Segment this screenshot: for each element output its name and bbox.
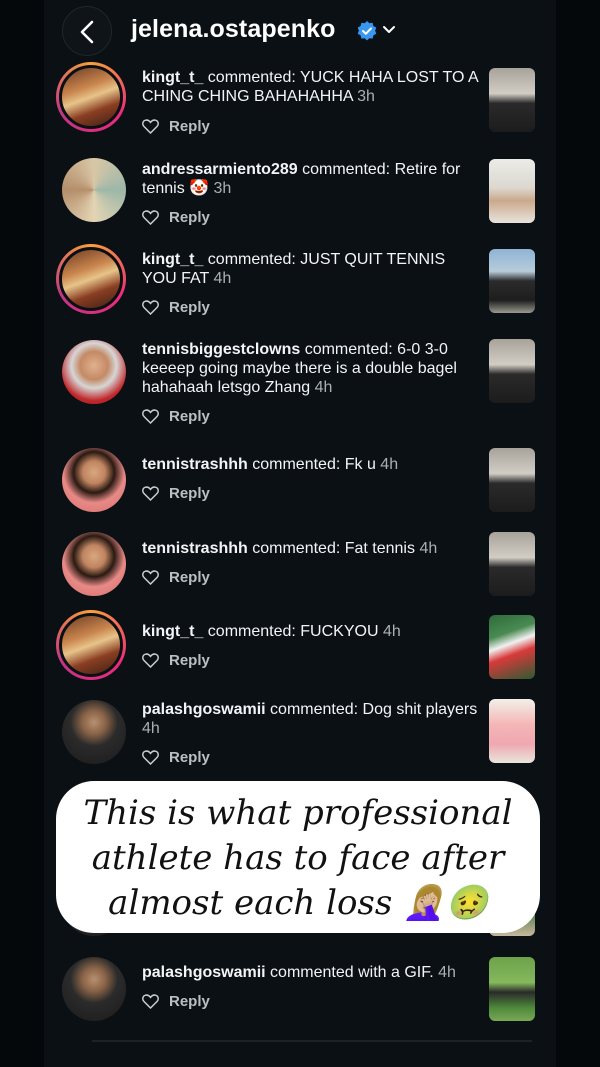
comment-username[interactable]: palashgoswamii <box>142 701 266 718</box>
notification-row[interactable]: tennistrashhh commented: Fat tennis 4h R… <box>56 530 546 605</box>
comment-time: 4h <box>382 623 401 640</box>
avatar[interactable] <box>62 532 126 596</box>
divider <box>92 1040 532 1042</box>
caption-line: almost each loss 🤦🏼‍♀️🤢 <box>108 883 488 923</box>
comment-username[interactable]: kingt_t_ <box>142 251 203 268</box>
comment-username[interactable]: kingt_t_ <box>142 69 203 86</box>
heart-icon[interactable] <box>142 119 159 134</box>
comment-time: 4h <box>314 379 333 396</box>
chevron-down-icon[interactable] <box>382 25 396 35</box>
avatar[interactable] <box>62 957 126 1021</box>
reply-label: Reply <box>169 485 210 502</box>
comment-text: commented: Dog shit players <box>265 701 478 718</box>
post-thumbnail[interactable] <box>489 532 535 596</box>
notification-row[interactable]: tennistrashhh commented: Fk u 4h Reply <box>56 446 546 521</box>
notification-row[interactable]: palashgoswamii commented: Dog shit playe… <box>56 696 546 776</box>
comment-text: commented: Fat tennis <box>247 540 415 557</box>
comment-username[interactable]: kingt_t_ <box>142 623 203 640</box>
comment-username[interactable]: palashgoswamii <box>142 964 266 981</box>
post-thumbnail[interactable] <box>489 249 535 313</box>
avatar[interactable] <box>56 610 126 680</box>
notification-row[interactable]: tennisbiggestclowns commented: 6-0 3-0 k… <box>56 335 546 430</box>
story-caption-overlay: This is what professional athlete has to… <box>56 781 540 933</box>
avatar[interactable] <box>62 700 126 764</box>
comment-text: commented with a GIF. <box>265 964 434 981</box>
heart-icon[interactable] <box>142 210 159 225</box>
header: jelena.ostapenko <box>0 0 600 64</box>
verified-badge-icon <box>357 21 377 41</box>
comment-time: 4h <box>142 720 160 737</box>
post-thumbnail[interactable] <box>489 68 535 132</box>
reply-label: Reply <box>169 749 210 766</box>
heart-icon[interactable] <box>142 300 159 315</box>
chevron-left-icon <box>80 20 94 44</box>
comment-time: 4h <box>419 540 438 557</box>
heart-icon[interactable] <box>142 409 159 424</box>
reply-label: Reply <box>169 408 210 425</box>
notification-row[interactable]: kingt_t_ commented: FUCKYOU 4h Reply <box>56 610 546 690</box>
heart-icon[interactable] <box>142 994 159 1009</box>
reply-label: Reply <box>169 209 210 226</box>
post-thumbnail[interactable] <box>489 448 535 512</box>
comment-username[interactable]: tennistrashhh <box>142 540 248 557</box>
post-thumbnail[interactable] <box>489 159 535 223</box>
comment-username[interactable]: tennistrashhh <box>142 456 248 473</box>
comment-time: 3h <box>213 180 232 197</box>
comment-username[interactable]: andressarmiento289 <box>142 161 298 178</box>
notification-row[interactable]: palashgoswamii commented with a GIF. 4h … <box>56 955 546 1030</box>
heart-icon[interactable] <box>142 486 159 501</box>
caption-line: athlete has to face after <box>91 838 505 878</box>
comment-time: 3h <box>357 88 375 105</box>
comment-text: commented: Fk u <box>247 456 376 473</box>
avatar[interactable] <box>56 62 126 132</box>
notification-row[interactable]: andressarmiento289 commented: Retire for… <box>56 155 546 235</box>
comment-time: 4h <box>380 456 399 473</box>
notification-row[interactable]: kingt_t_ commented: JUST QUIT TENNIS YOU… <box>56 244 546 324</box>
caption-line: This is what professional <box>83 793 513 833</box>
comment-text: commented: FUCKYOU <box>203 623 379 640</box>
post-thumbnail[interactable] <box>489 339 535 403</box>
comment-username[interactable]: tennisbiggestclowns <box>142 341 300 358</box>
avatar[interactable] <box>62 158 126 222</box>
post-thumbnail[interactable] <box>489 615 535 679</box>
comment-time: 4h <box>438 964 456 981</box>
notification-row[interactable]: kingt_t_ commented: YUCK HAHA LOST TO A … <box>56 62 546 142</box>
reply-label: Reply <box>169 652 210 669</box>
avatar[interactable] <box>56 244 126 314</box>
comment-time: 4h <box>213 270 232 287</box>
reply-label: Reply <box>169 118 210 135</box>
avatar[interactable] <box>62 340 126 404</box>
profile-username[interactable]: jelena.ostapenko <box>131 15 335 44</box>
post-thumbnail[interactable] <box>489 957 535 1021</box>
reply-label: Reply <box>169 993 210 1010</box>
reply-label: Reply <box>169 299 210 316</box>
heart-icon[interactable] <box>142 653 159 668</box>
back-button[interactable] <box>62 6 112 56</box>
post-thumbnail[interactable] <box>489 699 535 763</box>
avatar[interactable] <box>62 448 126 512</box>
reply-label: Reply <box>169 569 210 586</box>
heart-icon[interactable] <box>142 750 159 765</box>
heart-icon[interactable] <box>142 570 159 585</box>
